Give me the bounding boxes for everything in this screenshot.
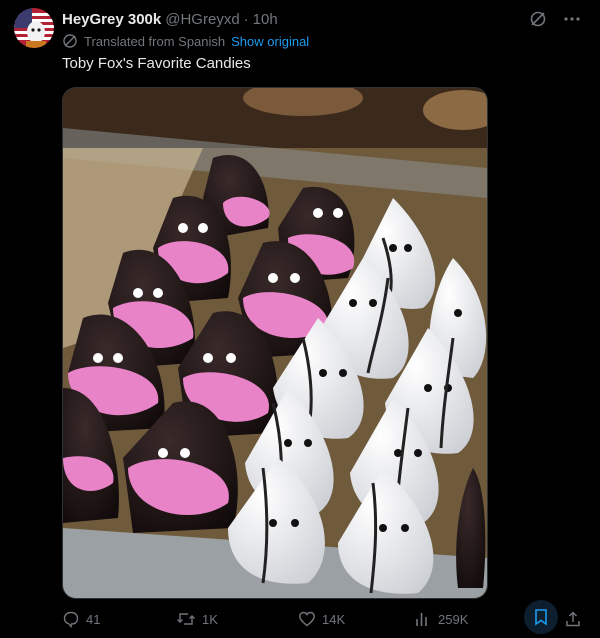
repost-button[interactable]: 1K <box>176 606 218 632</box>
show-original-link[interactable]: Show original <box>231 34 309 49</box>
bookmark-icon <box>535 609 547 626</box>
tweet[interactable]: HeyGrey 300k @HGreyxd · 10h Translated f… <box>0 0 600 638</box>
avatar[interactable] <box>14 8 54 48</box>
tweet-text: Toby Fox's Favorite Candies <box>62 55 251 72</box>
repost-count: 1K <box>202 611 218 627</box>
repost-icon <box>177 613 195 625</box>
reply-icon <box>63 611 79 628</box>
timestamp[interactable]: 10h <box>253 11 278 28</box>
candy-photo <box>63 88 487 598</box>
translate-icon <box>63 34 77 48</box>
more-button[interactable] <box>562 9 582 29</box>
like-count: 14K <box>322 611 346 627</box>
views-button[interactable]: 259K <box>414 606 468 632</box>
views-icon <box>416 613 427 626</box>
share-button[interactable] <box>564 606 582 632</box>
bookmark-button[interactable] <box>524 600 558 634</box>
author-name[interactable]: HeyGrey 300k <box>62 11 161 28</box>
author-handle[interactable]: @HGreyxd <box>165 11 239 28</box>
views-count: 259K <box>438 611 469 627</box>
like-button[interactable]: 14K <box>298 606 345 632</box>
like-icon <box>299 611 315 627</box>
grok-icon <box>530 11 546 27</box>
reply-count: 41 <box>86 611 101 627</box>
tweet-media[interactable] <box>62 87 488 599</box>
translation-note: Translated from Spanish <box>84 33 226 49</box>
share-icon <box>566 611 580 627</box>
separator-dot: · <box>243 10 249 28</box>
avatar-image <box>14 8 54 48</box>
grok-button[interactable] <box>528 9 548 29</box>
reply-button[interactable]: 41 <box>62 606 100 632</box>
more-icon <box>564 17 580 21</box>
